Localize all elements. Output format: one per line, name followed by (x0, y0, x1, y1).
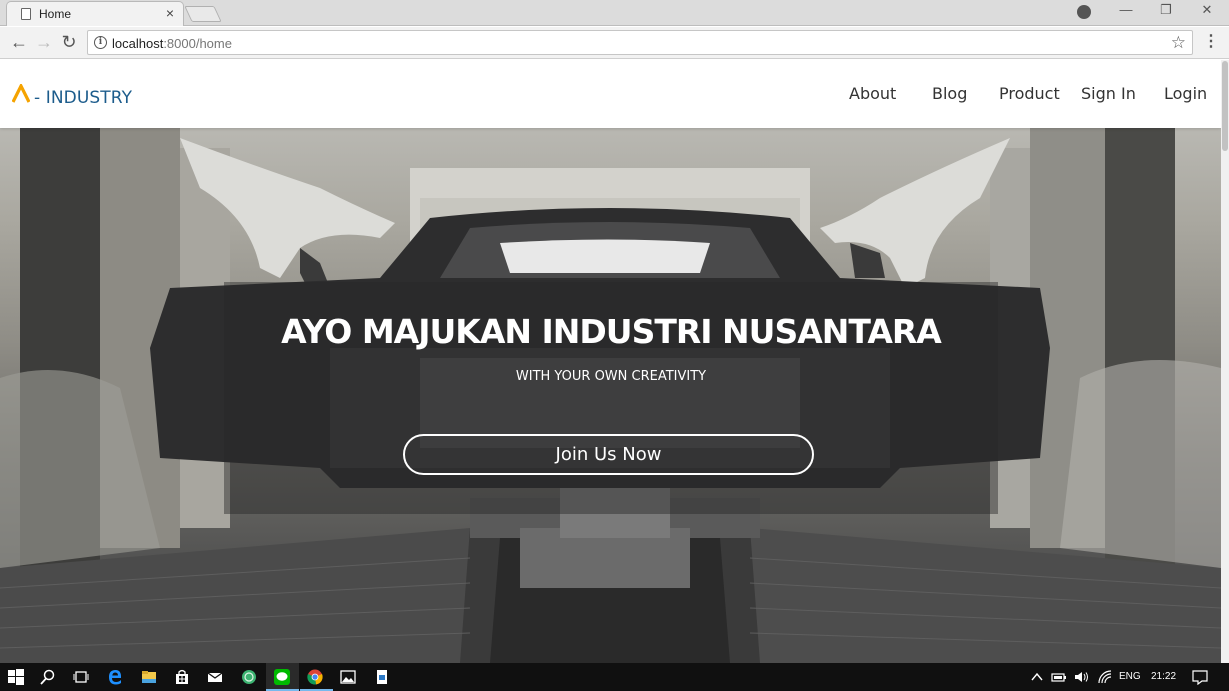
volume-icon[interactable] (1073, 669, 1089, 685)
browser-toolbar: ← → ↻ i localhost:8000/home ☆ ⋮ (0, 27, 1229, 59)
nav-about[interactable]: About (849, 84, 896, 103)
nav-blog[interactable]: Blog (932, 84, 967, 103)
chevron-up-icon[interactable] (1031, 669, 1043, 685)
nav-login[interactable]: Login (1164, 84, 1207, 103)
hero-banner: AYO MAJUKAN INDUSTRI NUSANTARA WITH YOUR… (0, 128, 1221, 663)
url-host: localhost (112, 36, 164, 51)
browser-menu-icon[interactable]: ⋮ (1203, 33, 1219, 51)
globe-app-icon[interactable] (241, 669, 257, 685)
hero-title: AYO MAJUKAN INDUSTRI NUSANTARA (281, 312, 942, 351)
logo-text: - INDUSTRY (34, 88, 133, 108)
photos-icon[interactable] (340, 669, 356, 685)
action-center-icon[interactable] (1192, 669, 1208, 685)
browser-tabstrip: Home × — ❐ ✕ (0, 0, 1229, 26)
screen: Home × — ❐ ✕ ← → ↻ i localhost:8000/home… (0, 0, 1229, 691)
hero-overlay: AYO MAJUKAN INDUSTRI NUSANTARA WITH YOUR… (224, 282, 998, 514)
task-view-icon[interactable] (73, 669, 89, 685)
info-icon[interactable]: i (94, 36, 107, 49)
minimize-button[interactable]: — (1116, 2, 1136, 17)
clock-time[interactable]: 21:22 (1151, 671, 1176, 682)
nav-product[interactable]: Product (999, 84, 1060, 103)
new-tab-button[interactable] (184, 6, 222, 22)
windows-taskbar: ENG 21:22 (0, 663, 1229, 691)
search-icon[interactable] (40, 669, 56, 685)
site-navbar: - INDUSTRY About Blog Product Sign In Lo… (0, 60, 1221, 128)
reload-icon[interactable]: ↻ (58, 32, 80, 52)
document-app-icon[interactable] (374, 669, 390, 685)
battery-icon[interactable] (1051, 669, 1067, 685)
bookmark-star-icon[interactable]: ☆ (1171, 33, 1186, 53)
url-path: :8000/home (163, 36, 232, 51)
line-app-icon[interactable] (274, 669, 290, 685)
join-us-now-button[interactable]: Join Us Now (403, 434, 814, 475)
file-explorer-icon[interactable] (141, 669, 157, 685)
logo-chevron-icon (12, 84, 30, 103)
back-arrow-icon[interactable]: ← (8, 32, 30, 52)
page-icon (21, 8, 31, 20)
mail-icon[interactable] (207, 669, 223, 685)
page-scrollbar[interactable] (1221, 60, 1229, 663)
tab-close-icon[interactable]: × (166, 5, 174, 21)
edge-browser-icon[interactable] (107, 669, 123, 685)
tab-title: Home (39, 7, 72, 21)
language-indicator[interactable]: ENG (1119, 671, 1141, 682)
windows-start-icon[interactable] (8, 669, 24, 685)
page-viewport: - INDUSTRY About Blog Product Sign In Lo… (0, 60, 1221, 663)
browser-tab-home[interactable]: Home × (6, 1, 184, 26)
nav-sign-in[interactable]: Sign In (1081, 84, 1136, 103)
profile-icon[interactable] (1077, 5, 1091, 19)
url-text[interactable]: localhost:8000/home (112, 36, 232, 51)
forward-arrow-icon[interactable]: → (33, 32, 55, 52)
hero-subtitle: WITH YOUR OWN CREATIVITY (515, 369, 707, 384)
store-icon[interactable] (174, 669, 190, 685)
window-close-button[interactable]: ✕ (1197, 2, 1217, 18)
address-bar[interactable]: i localhost:8000/home ☆ (87, 30, 1193, 55)
wifi-icon[interactable] (1097, 669, 1113, 685)
scrollbar-thumb[interactable] (1222, 61, 1228, 151)
chrome-icon[interactable] (307, 669, 323, 685)
restore-button[interactable]: ❐ (1156, 2, 1176, 18)
